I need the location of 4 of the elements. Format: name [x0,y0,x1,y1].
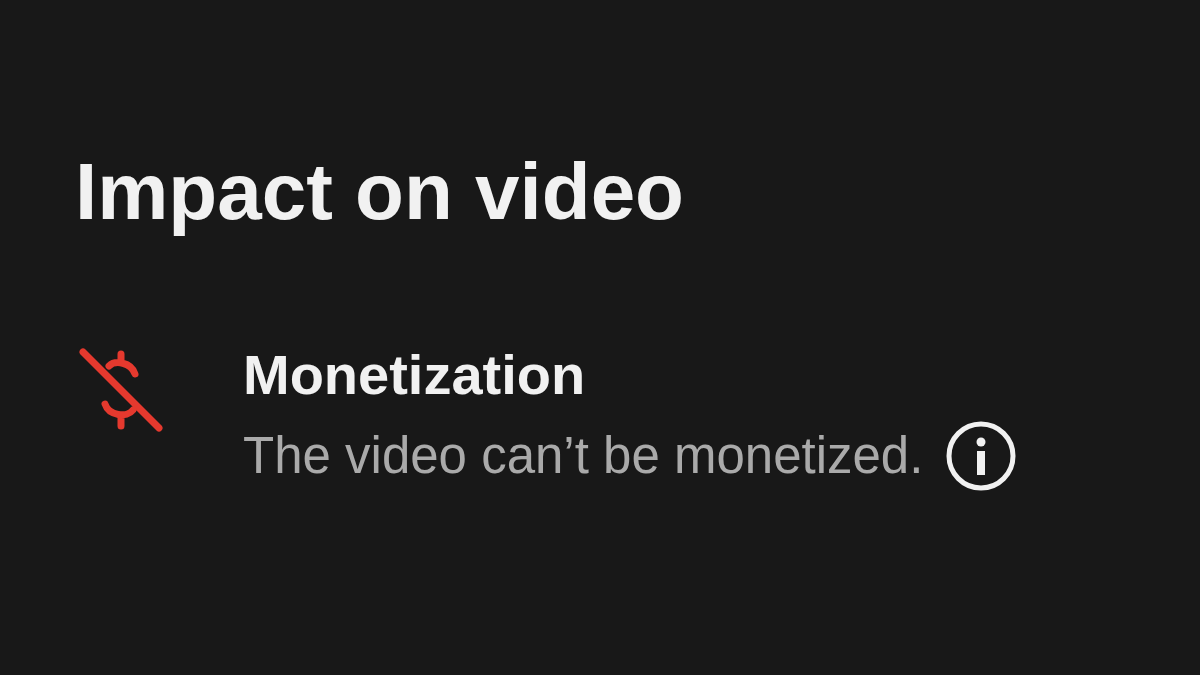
section-title: Impact on video [75,148,685,236]
item-title: Monetization [243,344,587,406]
item-description: The video can’t be monetized. [243,426,924,486]
info-icon[interactable] [945,419,1018,492]
